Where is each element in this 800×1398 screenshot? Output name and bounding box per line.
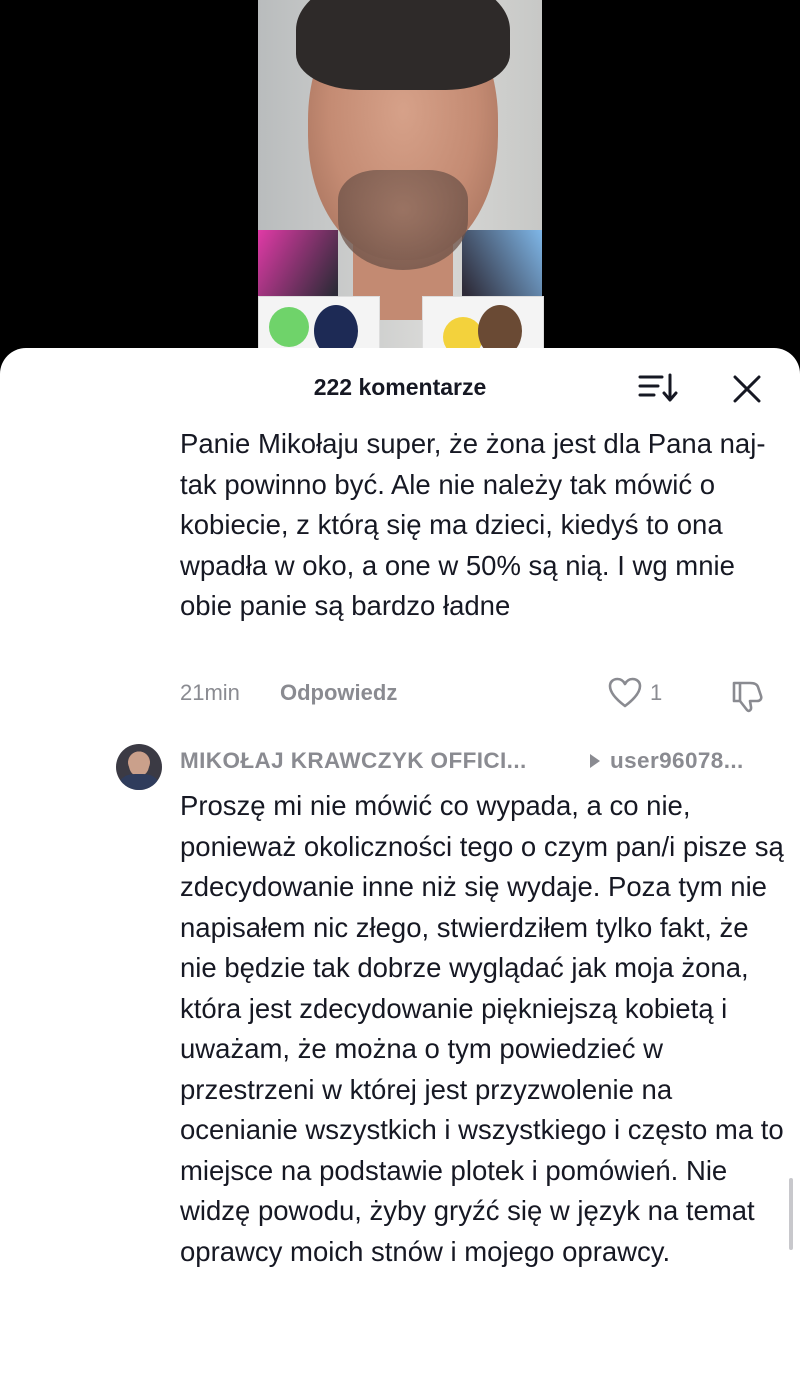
avatar-body xyxy=(120,774,158,790)
reply-author-line: MIKOŁAJ KRAWCZYK OFFICI... user96078... xyxy=(180,748,780,778)
comment-text: Panie Mikołaju super, że żona jest dla P… xyxy=(180,428,766,621)
reply-to-user[interactable]: user96078... xyxy=(610,748,744,774)
video-beard xyxy=(338,170,468,270)
comment-timestamp: 21min xyxy=(180,680,240,705)
author-name[interactable]: MIKOŁAJ KRAWCZYK OFFICI... xyxy=(180,748,527,774)
comments-header: 222 komentarze xyxy=(0,348,800,428)
reply-button[interactable]: Odpowiedz xyxy=(280,680,397,706)
video-hair xyxy=(296,0,510,90)
comment-meta: 21min Odpowiedz 1 xyxy=(180,677,780,713)
heart-icon[interactable] xyxy=(608,677,642,709)
comment-count-title: 222 komentarze xyxy=(313,374,487,400)
like-count: 1 xyxy=(650,680,663,705)
avatar-face xyxy=(129,752,149,776)
dislike-icon[interactable] xyxy=(728,677,764,713)
sort-icon[interactable] xyxy=(638,372,678,404)
scrollbar[interactable] xyxy=(789,1178,793,1250)
caret-right-icon xyxy=(590,754,600,768)
comment-text: Proszę mi nie mówić co wypada, a co nie,… xyxy=(180,790,784,1267)
card-shape xyxy=(269,307,309,347)
close-icon[interactable] xyxy=(730,372,764,406)
avatar[interactable] xyxy=(116,744,162,790)
